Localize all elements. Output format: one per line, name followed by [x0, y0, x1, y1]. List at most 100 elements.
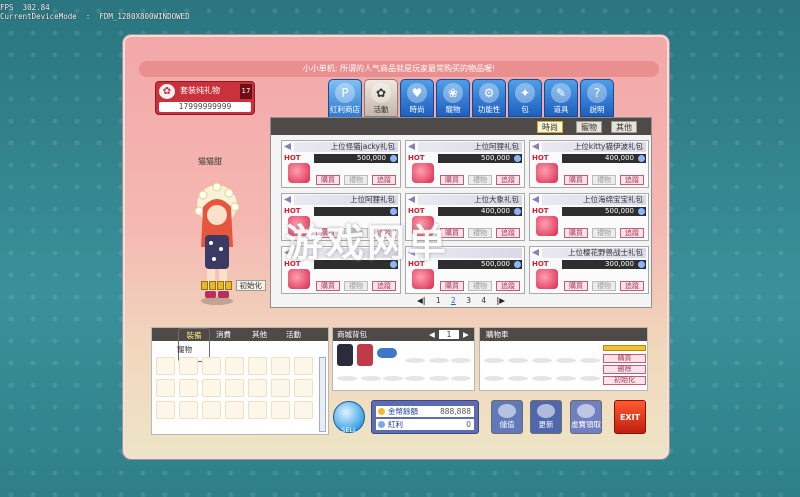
inventory-subtab-pet[interactable]: 寵物 [177, 344, 192, 355]
inventory-slot[interactable] [294, 401, 313, 419]
inventory-slot[interactable] [202, 401, 221, 419]
bag-item-icon[interactable] [337, 344, 353, 366]
wish-button[interactable]: 追蹤 [372, 281, 396, 291]
inventory-slot[interactable] [248, 357, 267, 375]
inventory-slot[interactable] [156, 401, 175, 419]
inv-tab-other[interactable]: 其他 [252, 328, 267, 341]
gift-box-icon [412, 269, 434, 289]
money-box: ✿ 套装纯礼物 17 17999999999 [155, 81, 255, 115]
empty-slot [484, 358, 504, 363]
level-icon [201, 281, 208, 290]
page-link-current[interactable]: 2 [451, 296, 456, 305]
cart-buy-button[interactable]: 購買 [603, 354, 646, 363]
inventory-slot[interactable] [179, 401, 198, 419]
buy-button[interactable]: 購買 [564, 228, 588, 238]
character-reset-button[interactable]: 初始化 [235, 280, 267, 291]
gift-button[interactable]: 禮物 [468, 281, 492, 291]
money-badge: 17 [240, 84, 252, 99]
tab-bonus-shop[interactable]: P 红利商店 [328, 79, 362, 119]
item-price: 500,000 [438, 154, 522, 163]
sell-button[interactable]: SELL [333, 401, 365, 434]
inventory-slot[interactable] [225, 401, 244, 419]
exit-button[interactable]: EXIT [614, 400, 646, 434]
wish-button[interactable]: 追蹤 [372, 175, 396, 185]
inventory-slot[interactable] [271, 401, 290, 419]
tab-event[interactable]: ✿ 活動 [364, 79, 398, 117]
buy-button[interactable]: 購買 [564, 281, 588, 291]
page-link[interactable]: 3 [466, 296, 471, 305]
coin-icon [378, 408, 385, 415]
play-icon [284, 143, 291, 150]
buy-button[interactable]: 購買 [440, 281, 464, 291]
page-link[interactable]: 1 [436, 296, 441, 305]
inv-tab-event[interactable]: 活動 [286, 328, 301, 341]
cart-reset-button[interactable]: 初始化 [603, 376, 646, 385]
wish-button[interactable]: 追蹤 [620, 228, 644, 238]
tab-label: 道具 [553, 105, 569, 114]
inventory-slot[interactable] [156, 357, 175, 375]
inventory-slot[interactable] [271, 357, 290, 375]
gift-button[interactable]: 禮物 [468, 175, 492, 185]
buy-button[interactable]: 購買 [316, 175, 340, 185]
inventory-slot[interactable] [179, 379, 198, 397]
bag-prev-icon[interactable]: ◀ [429, 328, 435, 341]
first-page-icon[interactable]: ◀| [417, 296, 426, 305]
bag-next-icon[interactable]: ▶ [463, 328, 469, 341]
item-name: 上位海绵宝宝礼包 [542, 195, 646, 205]
tab-pet[interactable]: ❀ 寵物 [436, 79, 470, 117]
item-name: 上位怪猫jacky礼包 [294, 142, 398, 152]
buy-button[interactable]: 購買 [564, 175, 588, 185]
item-price: 400,000 [562, 154, 646, 163]
recharge-button[interactable]: 儲值 [491, 400, 523, 434]
gift-button[interactable]: 禮物 [344, 281, 368, 291]
subtab-pet[interactable]: 寵物 [576, 121, 602, 133]
inventory-slot[interactable] [271, 379, 290, 397]
tab-help[interactable]: ? 說明 [580, 79, 614, 117]
wish-button[interactable]: 追蹤 [620, 281, 644, 291]
buy-button[interactable]: 購買 [316, 281, 340, 291]
inventory-panel: 裝備 消費 其他 活動 寵物 [151, 327, 329, 435]
inventory-slot[interactable] [179, 357, 198, 375]
cart-delete-button[interactable]: 刪除 [603, 365, 646, 374]
inventory-scrollbar[interactable] [319, 357, 326, 432]
shop-item-card: 上位怪猫jacky礼包 HOT 500,000 購買 禮物 追蹤 [281, 140, 401, 188]
subtab-fashion[interactable]: 時尚 [537, 121, 563, 133]
tab-tool[interactable]: ✎ 道具 [544, 79, 578, 117]
gift-button[interactable]: 禮物 [592, 175, 616, 185]
last-page-icon[interactable]: |▶ [497, 296, 506, 305]
inventory-slot[interactable] [294, 379, 313, 397]
redeem-button[interactable]: 虛寶領取 [570, 400, 602, 434]
tab-function[interactable]: ⚙ 功能性 [472, 79, 506, 117]
gift-button[interactable]: 禮物 [592, 281, 616, 291]
bag-item-icon[interactable] [357, 344, 373, 366]
help-icon: ? [587, 83, 607, 103]
wish-button[interactable]: 追蹤 [620, 175, 644, 185]
empty-slot [532, 358, 552, 363]
subtab-other[interactable]: 其他 [611, 121, 637, 133]
tab-bag[interactable]: ✦ 包 [508, 79, 542, 117]
inventory-slot[interactable] [202, 357, 221, 375]
wish-button[interactable]: 追蹤 [496, 175, 520, 185]
price-value: 500,000 [481, 154, 510, 162]
gift-button[interactable]: 禮物 [344, 175, 368, 185]
bag-item-icon[interactable] [377, 348, 397, 358]
inventory-slot[interactable] [248, 401, 267, 419]
buy-button[interactable]: 購買 [440, 175, 464, 185]
inventory-slot[interactable] [225, 357, 244, 375]
gift-button[interactable]: 禮物 [468, 228, 492, 238]
item-name: 上位kitty猫伊波礼包 [542, 142, 646, 152]
wish-button[interactable]: 追蹤 [496, 228, 520, 238]
tab-fashion[interactable]: ♥ 時尚 [400, 79, 434, 117]
shop-bag-panel: 商城背包 ◀ 1 ▶ [332, 327, 475, 391]
price-value: 400,000 [605, 154, 634, 162]
inventory-slot[interactable] [294, 357, 313, 375]
page-link[interactable]: 4 [481, 296, 486, 305]
inventory-slot[interactable] [202, 379, 221, 397]
wish-button[interactable]: 追蹤 [496, 281, 520, 291]
refresh-button[interactable]: 更新 [530, 400, 562, 434]
inventory-slot[interactable] [248, 379, 267, 397]
inv-tab-consume[interactable]: 消費 [216, 328, 231, 341]
gift-button[interactable]: 禮物 [592, 228, 616, 238]
inventory-slot[interactable] [156, 379, 175, 397]
inventory-slot[interactable] [225, 379, 244, 397]
